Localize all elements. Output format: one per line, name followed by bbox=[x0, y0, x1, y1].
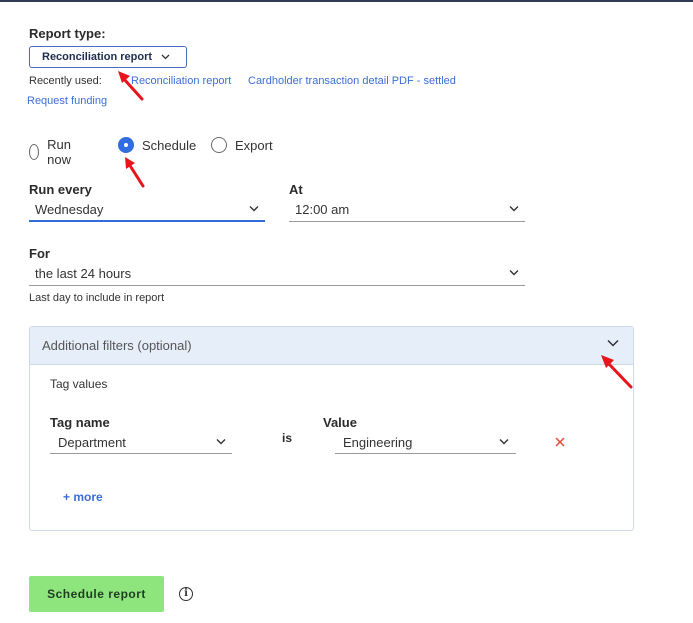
run-every-value: Wednesday bbox=[35, 202, 104, 217]
for-hint: Last day to include in report bbox=[29, 292, 165, 304]
for-period-select[interactable]: the last 24 hours bbox=[29, 262, 525, 286]
tag-value-select[interactable]: Engineering bbox=[335, 431, 516, 454]
additional-filters-title: Additional filters (optional) bbox=[42, 338, 192, 353]
radio-export[interactable]: Export bbox=[211, 137, 273, 153]
report-type-dropdown[interactable]: Reconciliation report bbox=[29, 46, 187, 68]
radio-export-label: Export bbox=[235, 137, 273, 153]
for-period-value: the last 24 hours bbox=[35, 266, 132, 281]
at-label: At bbox=[289, 182, 303, 197]
radio-schedule-circle[interactable] bbox=[118, 137, 134, 153]
annotation-arrow-icon bbox=[601, 355, 633, 389]
chevron-down-icon[interactable] bbox=[607, 339, 619, 347]
tag-name-label: Tag name bbox=[50, 415, 110, 430]
radio-run-now[interactable]: Run now bbox=[29, 137, 77, 167]
add-more-filter-link[interactable]: + more bbox=[63, 490, 103, 504]
remove-filter-icon[interactable] bbox=[555, 437, 565, 447]
radio-schedule[interactable]: Schedule bbox=[118, 137, 196, 153]
chevron-down-icon bbox=[509, 206, 519, 212]
top-border bbox=[0, 0, 693, 2]
at-time-value: 12:00 am bbox=[295, 202, 350, 217]
for-label: For bbox=[29, 246, 50, 261]
schedule-report-button[interactable]: Schedule report bbox=[29, 576, 164, 612]
chevron-down-icon bbox=[216, 439, 226, 445]
chevron-down-icon bbox=[161, 54, 170, 60]
radio-run-now-label: Run now bbox=[47, 137, 71, 167]
run-every-label: Run every bbox=[29, 182, 92, 197]
additional-filters-panel: Additional filters (optional) Tag values… bbox=[29, 326, 634, 531]
run-every-select[interactable]: Wednesday bbox=[29, 198, 265, 222]
recent-link-cardholder-pdf[interactable]: Cardholder transaction detail PDF - sett… bbox=[248, 75, 456, 87]
recent-link-request-funding[interactable]: Request funding bbox=[27, 95, 107, 107]
tag-name-select[interactable]: Department bbox=[50, 431, 232, 454]
value-label: Value bbox=[323, 415, 357, 430]
radio-schedule-label: Schedule bbox=[142, 137, 197, 153]
tag-value-value: Engineering bbox=[343, 435, 413, 450]
tag-name-value: Department bbox=[58, 435, 126, 450]
radio-run-now-circle[interactable] bbox=[29, 144, 40, 160]
annotation-arrow-icon bbox=[118, 71, 144, 101]
report-type-selected: Reconciliation report bbox=[42, 51, 153, 63]
report-type-label: Report type: bbox=[29, 26, 106, 41]
tag-values-heading: Tag values bbox=[50, 377, 108, 391]
chevron-down-icon bbox=[249, 206, 259, 212]
annotation-arrow-icon bbox=[125, 157, 145, 188]
info-icon[interactable]: i bbox=[179, 587, 193, 601]
recently-used-label: Recently used: bbox=[29, 75, 102, 87]
at-time-select[interactable]: 12:00 am bbox=[289, 198, 525, 222]
radio-export-circle[interactable] bbox=[211, 137, 227, 153]
chevron-down-icon bbox=[509, 270, 519, 276]
operator-is: is bbox=[282, 431, 293, 445]
chevron-down-icon bbox=[499, 439, 509, 445]
additional-filters-header[interactable]: Additional filters (optional) bbox=[30, 327, 633, 365]
